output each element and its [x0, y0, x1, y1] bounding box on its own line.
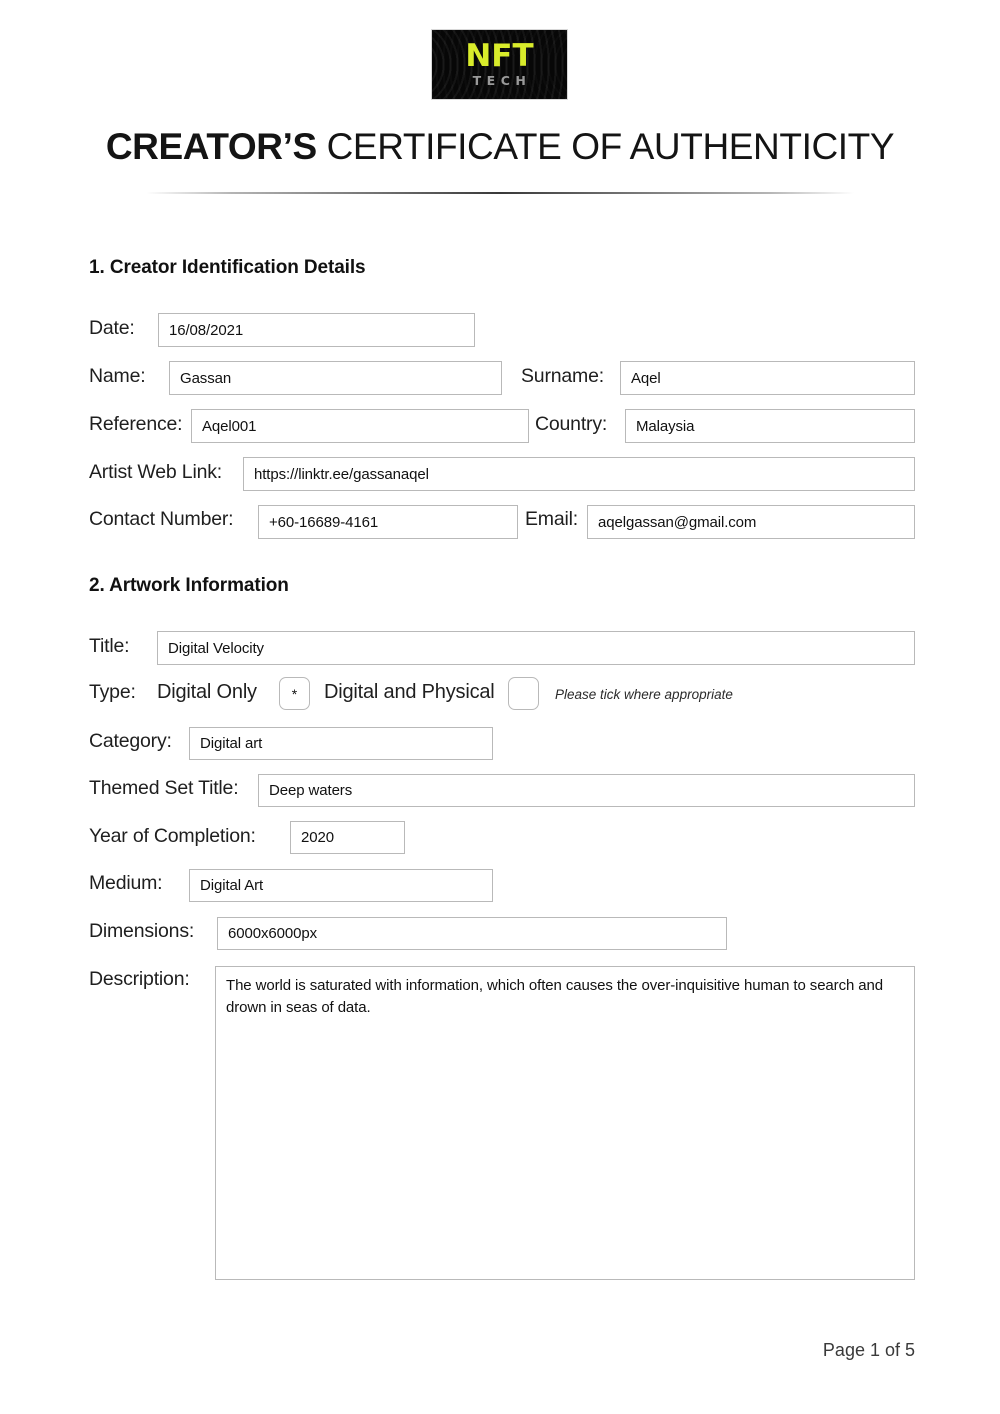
type-label: Type: [89, 681, 136, 703]
year-of-completion-field[interactable]: 2020 [290, 821, 405, 854]
checkbox-digital-only[interactable]: * [279, 677, 310, 710]
country-label: Country: [535, 413, 608, 435]
logo-secondary-text: TECH [472, 73, 532, 89]
type-option-digital-physical-label: Digital and Physical [324, 681, 495, 703]
date-label: Date: [89, 317, 135, 339]
email-field[interactable]: aqelgassan@gmail.com [587, 505, 915, 539]
checkbox-digital-and-physical[interactable] [508, 677, 539, 710]
year-of-completion-label: Year of Completion: [89, 825, 256, 847]
medium-field[interactable]: Digital Art [189, 869, 493, 902]
section-1-heading: 1. Creator Identification Details [89, 257, 366, 278]
reference-label: Reference: [89, 413, 183, 435]
tick-instruction-note: Please tick where appropriate [555, 687, 733, 702]
artist-web-link-field[interactable]: https://linktr.ee/gassanaqel [243, 457, 915, 491]
name-field[interactable]: Gassan [169, 361, 502, 395]
category-label: Category: [89, 730, 172, 752]
logo-primary-text: NFT [465, 38, 534, 75]
category-field[interactable]: Digital art [189, 727, 493, 760]
description-label: Description: [89, 968, 190, 990]
date-field[interactable]: 16/08/2021 [158, 313, 475, 347]
page-title-bold: CREATOR’S [105, 126, 317, 167]
page-number-footer: Page 1 of 5 [822, 1340, 915, 1360]
surname-field[interactable]: Aqel [620, 361, 915, 395]
nft-tech-logo: NFT TECH [431, 29, 568, 100]
themed-set-title-label: Themed Set Title: [89, 777, 239, 799]
artwork-title-field[interactable]: Digital Velocity [157, 631, 915, 665]
title-label: Title: [89, 635, 130, 657]
country-field[interactable]: Malaysia [625, 409, 915, 443]
type-option-digital-only-label: Digital Only [157, 681, 257, 703]
logo-text-group: NFT TECH [432, 30, 567, 99]
section-2-heading: 2. Artwork Information [89, 575, 289, 596]
name-label: Name: [89, 365, 146, 387]
email-label: Email: [525, 508, 578, 530]
page-title-rest: CERTIFICATE OF AUTHENTICITY [316, 126, 895, 167]
artist-web-link-label: Artist Web Link: [89, 461, 222, 483]
description-textarea[interactable]: The world is saturated with information,… [215, 966, 915, 1280]
themed-set-title-field[interactable]: Deep waters [258, 774, 915, 807]
dimensions-label: Dimensions: [89, 920, 195, 942]
contact-number-field[interactable]: +60-16689-4161 [258, 505, 518, 539]
page-title: CREATOR’S CERTIFICATE OF AUTHENTICITY [0, 126, 1000, 168]
title-divider [146, 192, 854, 194]
surname-label: Surname: [521, 365, 604, 387]
medium-label: Medium: [89, 872, 163, 894]
contact-number-label: Contact Number: [89, 508, 234, 530]
reference-field[interactable]: Aqel001 [191, 409, 529, 443]
dimensions-field[interactable]: 6000x6000px [217, 917, 727, 950]
